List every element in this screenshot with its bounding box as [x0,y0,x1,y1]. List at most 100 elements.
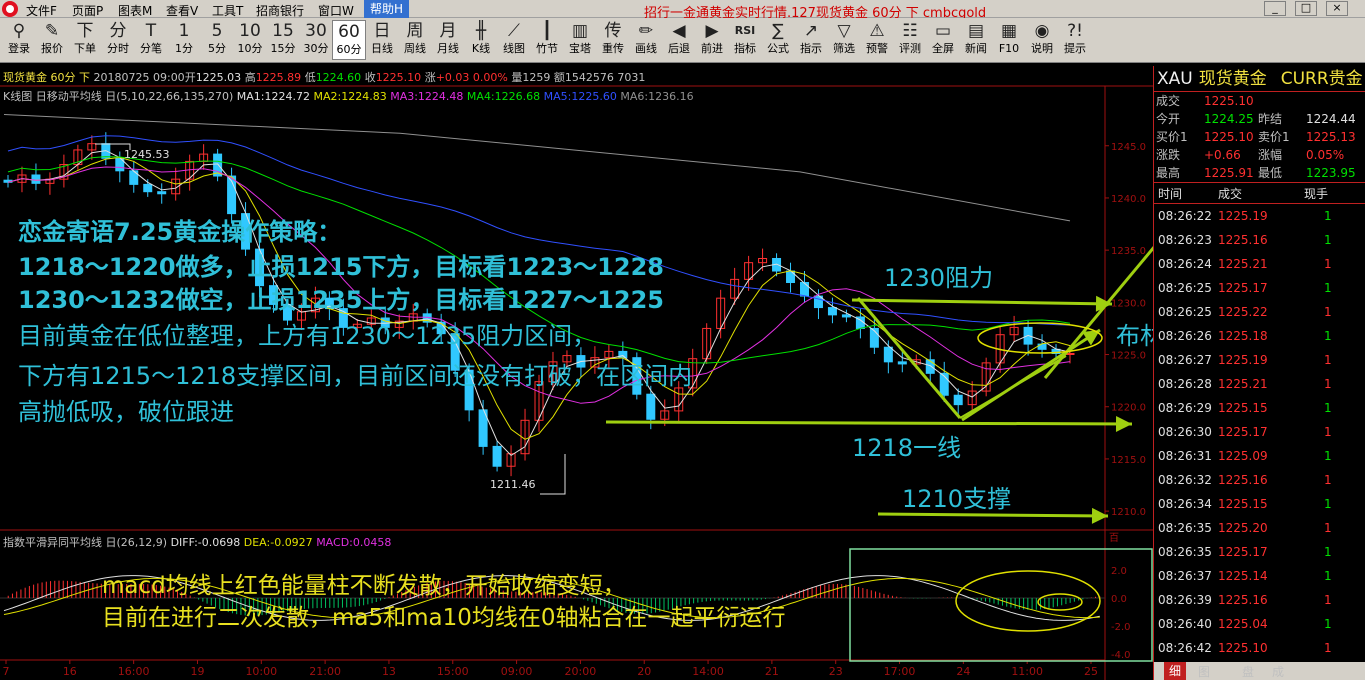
menu-help[interactable]: 帮助H [364,0,410,18]
close-button[interactable]: × [1326,1,1348,16]
tab-book[interactable]: 盘 [1242,663,1254,680]
candle-body [841,314,851,318]
toolbar-button-week[interactable]: 周周线 [398,20,432,60]
tick-vol: 1 [1324,521,1332,535]
toolbar-button-kline[interactable]: ╫ K线 [464,20,498,60]
toolbar-label: 登录 [8,42,30,55]
tick-price: 1225.04 [1218,617,1268,631]
quote-row-highlow: 最高 1225.91 最低 1223.95 [1154,164,1365,182]
toolbar-button-order[interactable]: 下下单 [68,20,102,60]
candle-body [883,346,893,363]
toolbar-label: 画线 [635,42,657,55]
minimize-button[interactable]: _ [1264,1,1286,16]
prev-price: 1224.44 [1306,112,1356,126]
toolbar-button-guide[interactable]: ↗ 指示 [794,20,828,60]
ma5-value: MA5:1225.60 [543,90,617,103]
toolbar-button-30min[interactable]: 30 30分 [299,20,333,60]
tab-chart[interactable]: 图 [1198,663,1210,680]
toolbar-label: F10 [998,42,1020,55]
toolbar-label: 评测 [899,42,921,55]
toolbar-label: 周线 [404,42,426,55]
toolbar-button-month[interactable]: 月月线 [431,20,465,60]
toolbar-button-indicator[interactable]: RSI 指标 [728,20,762,60]
toolbar-button-forward[interactable]: ▶ 前进 [695,20,729,60]
toolbar-button-alert[interactable]: ⚠ 预警 [860,20,894,60]
menu-chart[interactable]: 图表M [118,2,152,19]
menu-tools[interactable]: 工具T [212,2,243,19]
time-tick-label: 21:00 [309,665,341,678]
toolbar-button-f10[interactable]: ▦ F10 [992,20,1026,60]
toolbar-label: 10分 [237,42,263,55]
tab-trades[interactable]: 成 [1272,663,1284,680]
fullscreen-icon: ▭ [934,21,952,41]
tab-detail[interactable]: 细 [1164,662,1187,680]
toolbar-button-line[interactable]: ⟋ 线图 [497,20,531,60]
tick-table-header: 时间 成交 现手 [1154,182,1365,204]
toolbar-button-review[interactable]: ☷ 评测 [893,20,927,60]
tick-time: 08:26:40 [1158,617,1212,631]
toolbar-button-formula[interactable]: ∑ 公式 [761,20,795,60]
toolbar-button-15min[interactable]: 15 15分 [266,20,300,60]
toolbar-label: 60分 [336,43,362,56]
tick-vol: 1 [1324,257,1332,271]
month-icon: 月 [439,21,457,41]
day-icon: 日 [373,21,391,41]
toolbar-button-10min[interactable]: 10 10分 [233,20,267,60]
formula-icon: ∑ [772,21,784,41]
toolbar-button-1min[interactable]: 1 1分 [167,20,201,60]
last-price: 1225.10 [1204,94,1254,108]
toolbar-button-draw[interactable]: ✏ 画线 [629,20,663,60]
menu-bank[interactable]: 招商银行 [256,2,304,19]
toolbar-label: 前进 [701,42,723,55]
tick-time: 08:26:34 [1158,497,1212,511]
tick-price: 1225.19 [1218,209,1268,223]
candle-body [646,393,656,420]
tick-price: 1225.16 [1218,473,1268,487]
support-1210-annotation: 1210支撑 [902,485,1012,513]
menu-view[interactable]: 查看V [166,2,198,19]
tick-time: 08:26:35 [1158,521,1212,535]
toolbar-button-fullscreen[interactable]: ▭ 全屏 [926,20,960,60]
candle-body [800,282,809,297]
maximize-button[interactable]: □ [1295,1,1317,16]
app-logo-icon [2,1,18,17]
candle-body [925,359,935,374]
menu-page[interactable]: 页面P [72,2,103,19]
toolbar-button-retransmit[interactable]: 传重传 [596,20,630,60]
ask-label: 卖价1 [1258,130,1290,144]
toolbar-button-day[interactable]: 日日线 [365,20,399,60]
toolbar-button-quote[interactable]: ✎ 报价 [35,20,69,60]
volume-value: 1259 [522,71,551,84]
resistance-arrow [851,298,1113,306]
toolbar-button-tick[interactable]: T 分笔 [134,20,168,60]
tick-row: 08:26:31 1225.09 1 [1154,444,1365,468]
menu-window[interactable]: 窗口W [318,2,354,19]
toolbar-button-60min[interactable]: 60 60分 [332,20,366,60]
tick-time: 08:26:28 [1158,377,1212,391]
toolbar-button-back[interactable]: ◀ 后退 [662,20,696,60]
macd-diff-value: DIFF:-0.0698 [170,536,241,549]
tick-list[interactable]: 08:26:22 1225.19 1 08:26:23 1225.16 1 08:26:24… [1154,204,1365,660]
toolbar-button-prompt[interactable]: ?! 提示 [1058,20,1092,60]
explain-icon: ◉ [1034,21,1050,41]
toolbar-button-explain[interactable]: ◉ 说明 [1025,20,1059,60]
macd-note-line-2: 目前在进行二次发散，ma5和ma10均线在0轴粘合在一起平衍运行 [102,605,786,631]
toolbar-button-filter[interactable]: ▽ 筛选 [827,20,861,60]
menu-file[interactable]: 文件F [26,2,57,19]
tick-price: 1225.18 [1218,329,1268,343]
toolbar-button-bamboo[interactable]: ┃ 竹节 [530,20,564,60]
toolbar-button-news[interactable]: ▤ 新闻 [959,20,993,60]
close-value: 1225.10 [375,71,422,84]
week-icon: 周 [406,21,424,41]
kline-chart-area[interactable]: 1245.0 1240.0 1235.0 1230.0 1225.0 1220.0 1215… [0,66,1284,680]
toolbar-label: 指示 [800,42,822,55]
review-icon: ☷ [902,21,918,41]
strategy-line-2: 1230～1232做空，止损1235上方，目标看1227～1225 [18,286,664,314]
toolbar-button-login[interactable]: ⚲ 登录 [2,20,36,60]
toolbar-button-minute[interactable]: 分分时 [101,20,135,60]
quote-icon: ✎ [44,21,60,41]
toolbar-button-tower[interactable]: ▥ 宝塔 [563,20,597,60]
macd-dea-value: DEA:-0.0927 [243,536,313,549]
toolbar-button-5min[interactable]: 5 5分 [200,20,234,60]
tick-row: 08:26:39 1225.16 1 [1154,588,1365,612]
